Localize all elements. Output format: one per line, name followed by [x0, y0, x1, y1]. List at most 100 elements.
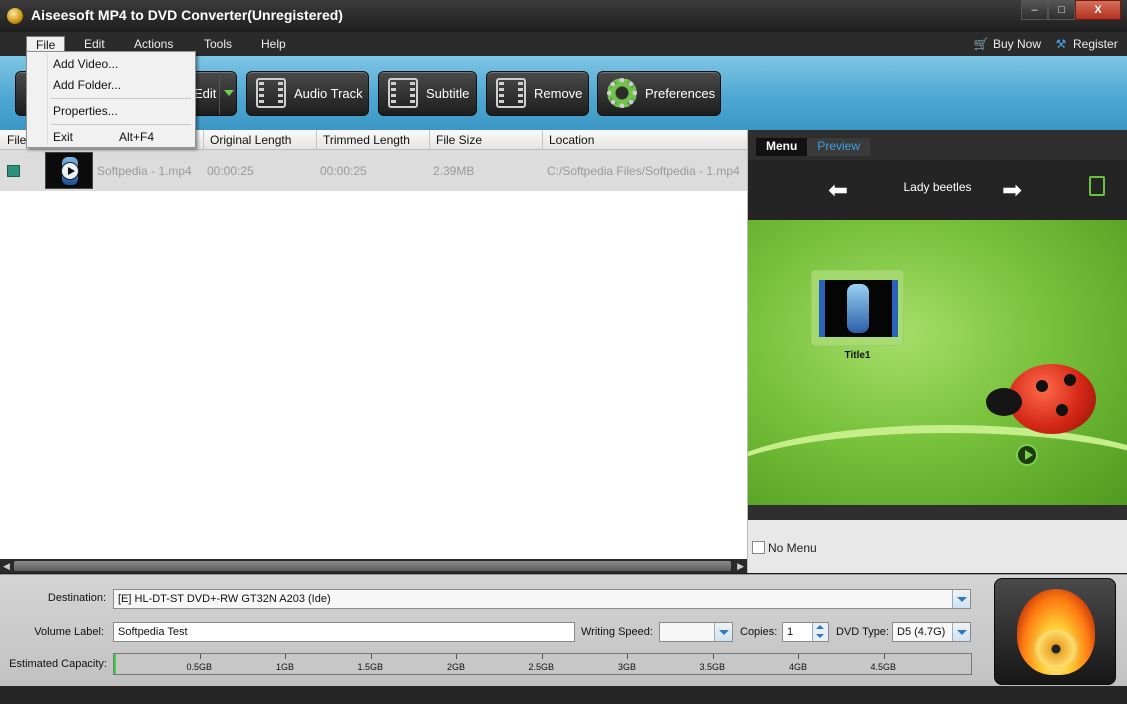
scroll-right-icon[interactable]: ▶	[737, 561, 744, 572]
play-icon[interactable]	[1016, 444, 1038, 466]
copies-stepper[interactable]: 1	[782, 622, 829, 642]
destination-label: Destination:	[47, 592, 106, 604]
horizontal-scrollbar[interactable]: ◀ ▶	[0, 559, 747, 573]
menu-help[interactable]: Help	[261, 37, 286, 51]
disc-icon	[1033, 629, 1079, 669]
edit-label: Edit	[194, 86, 217, 101]
menu-tools[interactable]: Tools	[204, 37, 232, 51]
audio-track-button[interactable]: Audio Track	[246, 71, 369, 116]
chevron-up-icon[interactable]	[816, 625, 824, 629]
preferences-button[interactable]: Preferences	[597, 71, 721, 116]
table-row[interactable]: Softpedia - 1.mp4 00:00:25 00:00:25 2.39…	[0, 150, 747, 191]
no-menu-label[interactable]: No Menu	[768, 541, 817, 555]
buy-now-link[interactable]: 🛒 Buy Now	[973, 37, 1042, 51]
video-thumbnail[interactable]	[45, 152, 93, 189]
title-label[interactable]: Title1	[811, 350, 904, 361]
audio-track-label: Audio Track	[294, 86, 363, 101]
remove-icon	[496, 78, 528, 110]
scroll-left-icon[interactable]: ◀	[3, 561, 10, 572]
audio-track-icon	[256, 78, 288, 110]
remove-button[interactable]: Remove	[486, 71, 589, 116]
menu-actions[interactable]: Actions	[134, 37, 173, 51]
register-link[interactable]: ⚒ Register	[1053, 37, 1118, 51]
column-divider[interactable]	[429, 130, 430, 150]
preferences-label: Preferences	[645, 86, 716, 101]
capacity-tick-mark	[199, 654, 201, 659]
column-file-size[interactable]: File Size	[436, 133, 482, 147]
estimated-capacity-label: Estimated Capacity:	[9, 658, 107, 670]
subtitle-icon	[388, 78, 420, 110]
dvd-type-label: DVD Type:	[836, 626, 889, 638]
capacity-tick-mark	[456, 654, 457, 659]
tab-preview[interactable]: Preview	[807, 138, 871, 156]
menu-background-image: Title1	[748, 220, 1127, 505]
row-original-length: 00:00:25	[207, 164, 254, 178]
subtitle-button[interactable]: Subtitle	[378, 71, 477, 116]
status-bar	[0, 686, 1127, 704]
exit-shortcut: Alt+F4	[119, 130, 155, 144]
column-file[interactable]: File	[7, 133, 26, 147]
row-location: C:/Softpedia Files/Softpedia - 1.mp4	[547, 164, 740, 178]
column-trimmed-length[interactable]: Trimmed Length	[323, 133, 410, 147]
file-list: File Original Length Trimmed Length File…	[0, 130, 748, 573]
column-divider[interactable]	[542, 130, 543, 150]
column-original-length[interactable]: Original Length	[210, 133, 291, 147]
row-file-size: 2.39MB	[433, 164, 475, 178]
menu-separator	[51, 98, 191, 99]
menu-item-exit[interactable]: Exit	[53, 130, 73, 144]
maximize-button[interactable]: □	[1048, 0, 1075, 20]
row-trimmed-length: 00:00:25	[320, 164, 367, 178]
title-bar: Aiseesoft MP4 to DVD Converter(Unregiste…	[0, 0, 1127, 32]
capacity-tick-label: 4GB	[789, 662, 808, 672]
chevron-down-icon	[224, 90, 234, 96]
capacity-tick-mark	[285, 654, 286, 659]
title-thumbnail[interactable]	[811, 270, 904, 346]
arrow-right-icon[interactable]: ➡	[1002, 176, 1022, 205]
destination-select[interactable]: [E] HL-DT-ST DVD+-RW GT32N A203 (Ide)	[113, 589, 971, 609]
capacity-fill	[114, 654, 116, 674]
menu-item-add-video[interactable]: Add Video...	[53, 57, 118, 71]
scrollbar-thumb[interactable]	[14, 561, 731, 571]
capacity-tick-label: 3GB	[618, 662, 637, 672]
tab-menu[interactable]: Menu	[756, 138, 808, 156]
chevron-down-icon[interactable]	[952, 590, 970, 608]
writing-speed-select[interactable]	[659, 622, 733, 642]
ladybug-image	[986, 360, 1101, 440]
chevron-down-icon[interactable]	[816, 634, 824, 638]
column-location[interactable]: Location	[549, 133, 594, 147]
capacity-tick-label: 1.5GB	[357, 662, 384, 672]
close-button[interactable]: X	[1075, 0, 1121, 20]
chevron-down-icon[interactable]	[714, 623, 732, 641]
minimize-button[interactable]: –	[1021, 0, 1048, 20]
row-checkbox[interactable]	[7, 165, 20, 177]
column-divider[interactable]	[203, 130, 204, 150]
app-icon[interactable]	[7, 8, 23, 24]
no-menu-checkbox[interactable]	[752, 541, 765, 554]
menu-item-add-folder[interactable]: Add Folder...	[53, 78, 121, 92]
capacity-tick-mark	[541, 654, 543, 659]
capacity-tick-mark	[712, 654, 714, 659]
chevron-down-icon[interactable]	[952, 623, 970, 641]
burn-button[interactable]	[994, 578, 1116, 685]
volume-label-label: Volume Label:	[34, 626, 104, 638]
cart-icon: 🛒	[973, 37, 989, 51]
preview-tabs: Menu Preview	[756, 138, 871, 156]
menu-item-properties[interactable]: Properties...	[53, 104, 118, 118]
volume-label-input[interactable]: Softpedia Test	[113, 622, 575, 642]
register-label: Register	[1073, 37, 1118, 51]
capacity-tick-label: 2GB	[447, 662, 466, 672]
capacity-bar: 0.5GB 1GB 1.5GB 2GB 2.5GB 3GB 3.5GB 4GB 4.5GB	[113, 653, 972, 675]
copies-value: 1	[787, 626, 794, 638]
edit-dropdown-arrow[interactable]	[219, 72, 237, 115]
column-divider[interactable]	[316, 130, 317, 150]
play-icon[interactable]	[61, 162, 79, 180]
row-file-name: Softpedia - 1.mp4	[97, 164, 192, 178]
capacity-tick-label: 0.5GB	[186, 662, 213, 672]
dvd-type-select[interactable]: D5 (4.7G)	[892, 622, 971, 642]
template-name: Lady beetles	[903, 180, 972, 194]
menu-edit[interactable]: Edit	[84, 37, 105, 51]
template-navigator: ⬅ Lady beetles ➡	[748, 160, 1127, 220]
edit-template-icon[interactable]	[1089, 176, 1105, 196]
stepper-arrows[interactable]	[812, 623, 828, 641]
capacity-tick-label: 4.5GB	[870, 662, 897, 672]
